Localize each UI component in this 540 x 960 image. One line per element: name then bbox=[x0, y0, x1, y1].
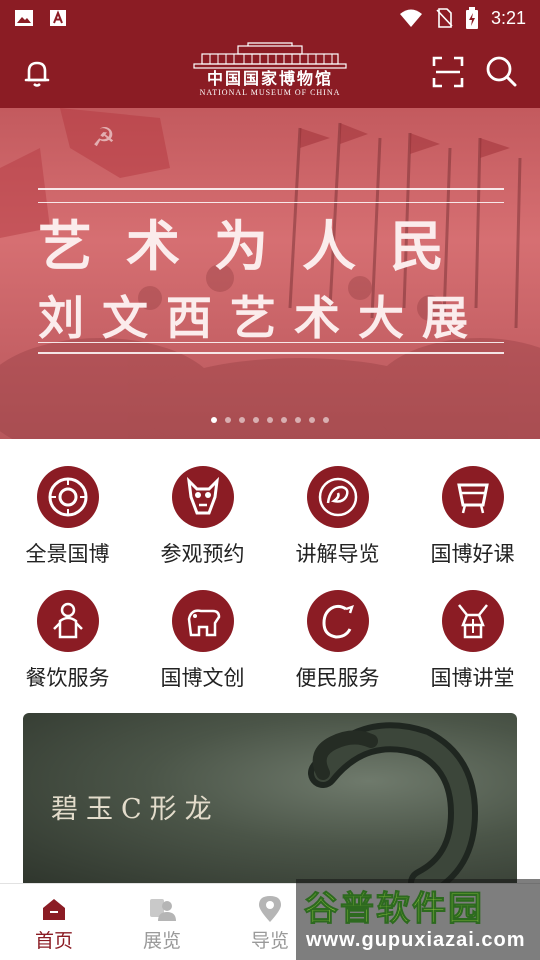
banner-title: 艺术为人民 bbox=[38, 214, 478, 278]
status-time: 3:21 bbox=[490, 7, 526, 28]
exhibition-icon bbox=[150, 899, 176, 921]
carousel-dot[interactable] bbox=[253, 417, 259, 423]
grid-item-label: 餐饮服务 bbox=[25, 666, 110, 690]
watermark-url: www.gupuxiazai.com bbox=[306, 929, 526, 951]
banner-divider-top-thin bbox=[38, 202, 504, 203]
location-icon bbox=[259, 896, 281, 922]
app-notification-icon bbox=[50, 10, 66, 26]
c-dragon-icon bbox=[306, 590, 369, 652]
featured-artifact-card[interactable]: 碧玉C形龙 bbox=[23, 713, 517, 883]
carousel-dot[interactable] bbox=[309, 417, 315, 423]
scan-icon[interactable] bbox=[432, 56, 464, 88]
carousel-dot[interactable] bbox=[225, 417, 231, 423]
carousel-dot[interactable] bbox=[323, 417, 329, 423]
search-icon[interactable] bbox=[484, 54, 518, 88]
grid-item-label: 国博文创 bbox=[160, 666, 245, 690]
nav-label: 首页 bbox=[34, 930, 73, 952]
wifi-icon bbox=[399, 9, 422, 27]
bell-icon[interactable] bbox=[20, 56, 54, 90]
site-watermark: 谷普软件园 www.gupuxiazai.com bbox=[296, 879, 540, 960]
rhino-vessel-icon bbox=[171, 590, 234, 652]
nav-home[interactable]: 首页 bbox=[0, 884, 108, 960]
nav-exhibition[interactable]: 展览 bbox=[108, 884, 216, 960]
grid-item-lecture[interactable]: 国博讲堂 bbox=[405, 576, 540, 691]
carousel-dot[interactable] bbox=[239, 417, 245, 423]
carousel-dot[interactable] bbox=[281, 417, 287, 423]
app-header: 中国国家博物馆 NATIONAL MUSEUM OF CHINA bbox=[0, 36, 540, 108]
grid-item-label: 便民服务 bbox=[295, 666, 380, 690]
watermark-title: 谷普软件园 bbox=[304, 889, 484, 930]
grid-item-reservation[interactable]: 参观预约 bbox=[135, 452, 270, 567]
grid-item-label: 国博好课 bbox=[430, 542, 515, 566]
grid-item-label: 全景国博 bbox=[25, 542, 110, 566]
grid-item-creative[interactable]: 国博文创 bbox=[135, 576, 270, 691]
grid-item-panorama[interactable]: 全景国博 bbox=[0, 452, 135, 567]
svg-text:☭: ☭ bbox=[92, 123, 115, 153]
grid-item-label: 参观预约 bbox=[160, 542, 245, 566]
no-sim-icon bbox=[436, 8, 453, 28]
figurine-icon bbox=[36, 590, 99, 652]
carousel-dot[interactable] bbox=[211, 417, 217, 423]
grid-item-courses[interactable]: 国博好课 bbox=[405, 452, 540, 567]
hero-banner[interactable]: ☭ 艺术为人民 刘文西艺术大展 bbox=[0, 108, 540, 439]
museum-logo: 中国国家博物馆 NATIONAL MUSEUM OF CHINA bbox=[186, 42, 354, 104]
bronze-vessel-icon bbox=[441, 466, 504, 528]
museum-building-icon bbox=[193, 42, 347, 69]
banner-divider-bottom bbox=[38, 352, 504, 354]
image-notification-icon bbox=[15, 10, 33, 26]
grid-item-services[interactable]: 便民服务 bbox=[270, 576, 405, 691]
battery-icon bbox=[465, 7, 478, 29]
banner-divider-top bbox=[38, 188, 504, 190]
bronze-mask-icon bbox=[171, 466, 234, 528]
jade-disc-icon bbox=[36, 466, 99, 528]
grid-item-label: 讲解导览 bbox=[295, 542, 380, 566]
home-icon bbox=[43, 899, 65, 920]
zun-vessel-icon bbox=[441, 590, 504, 652]
nav-label: 展览 bbox=[142, 930, 181, 952]
logo-chinese-text: 中国国家博物馆 bbox=[206, 69, 333, 88]
carousel-dot[interactable] bbox=[295, 417, 301, 423]
grid-item-label: 国博讲堂 bbox=[430, 666, 515, 690]
carousel-dot[interactable] bbox=[267, 417, 273, 423]
phoenix-icon bbox=[306, 466, 369, 528]
logo-english-text: NATIONAL MUSEUM OF CHINA bbox=[199, 88, 341, 97]
grid-item-dining[interactable]: 餐饮服务 bbox=[0, 576, 135, 691]
carousel-indicator bbox=[0, 417, 540, 423]
banner-subtitle: 刘文西艺术大展 bbox=[38, 291, 486, 345]
banner-divider-bottom-thin bbox=[38, 342, 504, 343]
featured-title: 碧玉C形龙 bbox=[51, 794, 220, 825]
status-bar: 3:21 bbox=[0, 0, 540, 36]
grid-item-guide[interactable]: 讲解导览 bbox=[270, 452, 405, 567]
